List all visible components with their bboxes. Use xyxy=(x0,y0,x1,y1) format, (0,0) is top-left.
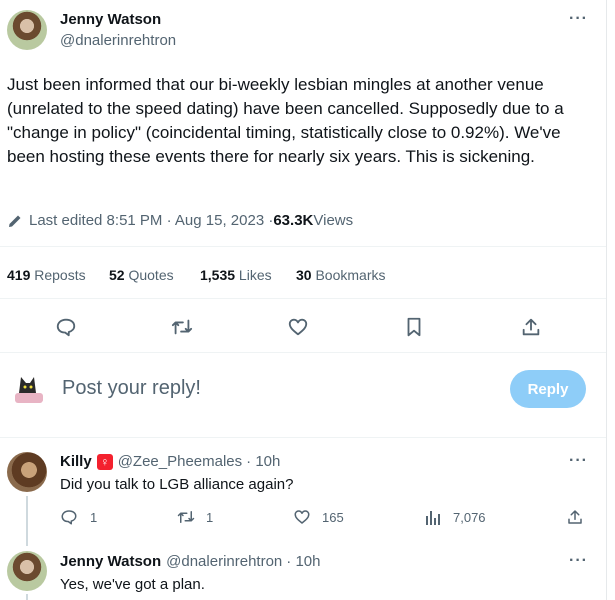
quotes-stat[interactable]: 52 Quotes xyxy=(109,267,174,283)
reply-icon[interactable] xyxy=(60,508,78,526)
share-icon[interactable] xyxy=(566,508,584,526)
reply-author-handle[interactable]: @dnalerinrehtron xyxy=(166,553,282,570)
thread-line xyxy=(26,594,28,600)
reply-input[interactable]: Post your reply! xyxy=(62,377,482,400)
column-border xyxy=(606,0,607,600)
edit-icon[interactable] xyxy=(7,213,23,229)
like-icon[interactable] xyxy=(287,316,309,338)
reply-time[interactable]: · 10h xyxy=(246,453,280,470)
reposts-count: 419 xyxy=(7,267,31,283)
more-options-icon[interactable]: ··· xyxy=(569,10,588,28)
share-icon[interactable] xyxy=(520,316,542,338)
thread-line xyxy=(26,496,28,546)
author-handle[interactable]: @dnalerinrehtron xyxy=(60,32,176,49)
likes-label: Likes xyxy=(235,267,272,283)
reply-avatar[interactable] xyxy=(7,452,47,492)
reply-header: Killy ♀ @Zee_Pheemales · 10h xyxy=(60,453,280,470)
views-count: 63.3K xyxy=(273,212,314,229)
reply-author-name[interactable]: Jenny Watson xyxy=(60,553,161,570)
repost-icon[interactable] xyxy=(176,508,196,526)
reposts-stat[interactable]: 419 Reposts xyxy=(7,267,86,283)
reply-header: Jenny Watson @dnalerinrehtron · 10h xyxy=(60,553,320,570)
quotes-label: Quotes xyxy=(124,267,174,283)
like-count: 165 xyxy=(322,510,344,525)
bookmarks-stat[interactable]: 30 Bookmarks xyxy=(296,267,386,283)
likes-stat[interactable]: 1,535 Likes xyxy=(200,267,272,283)
repost-count: 1 xyxy=(206,510,214,525)
tweet-meta: Last edited 8:51 PM · Aug 15, 2023 · 63.… xyxy=(7,212,353,229)
tweet-text: Just been informed that our bi-weekly le… xyxy=(7,75,564,166)
reply-avatar[interactable] xyxy=(7,551,47,591)
more-options-icon[interactable]: ··· xyxy=(569,552,588,570)
quotes-count: 52 xyxy=(109,267,125,283)
divider xyxy=(0,352,606,353)
reply-count: 1 xyxy=(90,510,98,525)
divider xyxy=(0,246,606,247)
views-icon[interactable] xyxy=(425,508,441,526)
views-label: Views xyxy=(313,212,354,229)
bookmarks-label: Bookmarks xyxy=(311,267,386,283)
reposts-label: Reposts xyxy=(30,267,86,283)
divider xyxy=(0,298,606,299)
reply-time[interactable]: · 10h xyxy=(286,553,320,570)
reply-author-handle[interactable]: @Zee_Pheemales xyxy=(118,453,242,470)
bookmarks-count: 30 xyxy=(296,267,312,283)
bookmark-icon[interactable] xyxy=(404,316,424,338)
author-avatar[interactable] xyxy=(7,10,47,50)
reply-text: Yes, we've got a plan. xyxy=(60,576,205,593)
reply-button[interactable]: Reply xyxy=(510,370,586,408)
badge-icon: ♀ xyxy=(96,453,113,470)
view-count: 7,076 xyxy=(453,510,486,525)
more-options-icon[interactable]: ··· xyxy=(569,452,588,470)
likes-count: 1,535 xyxy=(200,267,236,283)
current-user-avatar[interactable] xyxy=(7,369,47,409)
repost-icon[interactable] xyxy=(170,316,194,338)
like-icon[interactable] xyxy=(293,508,311,526)
reply-author-name[interactable]: Killy xyxy=(60,453,92,470)
reply-icon[interactable] xyxy=(55,316,77,338)
reply-text: Did you talk to LGB alliance again? xyxy=(60,476,294,493)
author-name[interactable]: Jenny Watson xyxy=(60,11,161,28)
last-edited-label[interactable]: Last edited 8:51 PM · Aug 15, 2023 · xyxy=(29,212,273,229)
divider xyxy=(0,437,606,438)
